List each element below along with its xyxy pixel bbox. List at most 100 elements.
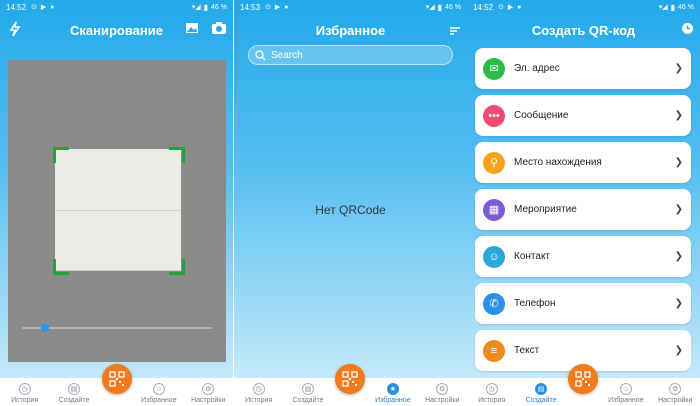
status-right: ▾◢ ▮ 46 %: [192, 3, 227, 12]
camera-switch-icon[interactable]: [211, 21, 227, 40]
clock-icon: ◷: [485, 383, 498, 395]
nav-settings[interactable]: ⚙ Настройки: [420, 383, 464, 404]
create-icon: ▤: [535, 383, 548, 395]
nav-history[interactable]: ◷ История: [470, 383, 514, 404]
sort-icon[interactable]: [449, 23, 461, 41]
signal-icon: ▾◢: [191, 4, 201, 11]
nav-label: Настройки: [425, 397, 460, 404]
qr-icon: [109, 371, 125, 387]
nav-label: История: [11, 397, 39, 404]
chevron-right-icon: ❯: [674, 251, 683, 262]
scan-screen: 14:52 ⊙ ▶ ● ▾◢ ▮ 46 % Сканирование − + ◷…: [0, 0, 233, 406]
nav-label: Избранное: [375, 397, 411, 404]
chevron-right-icon: ❯: [674, 157, 683, 168]
create-item-message[interactable]: ••• Сообщение ❯: [475, 95, 691, 136]
flash-icon[interactable]: [8, 21, 22, 42]
create-item-label: Эл. адрес: [514, 63, 560, 74]
scan-button[interactable]: [102, 364, 132, 394]
calendar-icon: ▦: [483, 198, 505, 221]
nav-history[interactable]: ◷ История: [3, 383, 47, 404]
zoom-in-icon[interactable]: +: [205, 323, 211, 333]
status-time: 14:52: [6, 2, 27, 12]
nav-label: Создайте: [525, 397, 557, 404]
star-icon: ☆: [152, 383, 165, 395]
page-title: Сканирование: [70, 22, 163, 38]
search-bar[interactable]: Search: [248, 45, 453, 65]
nav-favorites[interactable]: ☆ Избранное: [604, 383, 648, 404]
email-icon: ✉: [483, 57, 505, 80]
create-item-email[interactable]: ✉ Эл. адрес ❯: [475, 48, 691, 89]
status-icons: ⊙ ▶ ●: [265, 4, 290, 11]
frame-corner-top-right: [169, 147, 185, 163]
settings-icon: ⚙: [436, 383, 449, 395]
status-right: ▾◢ ▮ 46 %: [426, 3, 461, 12]
nav-settings[interactable]: ⚙ Настройки: [653, 383, 697, 404]
chevron-right-icon: ❯: [674, 110, 683, 121]
nav-create[interactable]: ▤ Создайте: [286, 383, 330, 404]
nav-create[interactable]: ▤ Создайте: [52, 383, 96, 404]
create-item-calendar[interactable]: ▦ Мероприятие ❯: [475, 189, 691, 230]
chevron-right-icon: ❯: [674, 204, 683, 215]
settings-icon: ⚙: [202, 383, 215, 395]
app-bar: Избранное: [234, 16, 467, 44]
camera-viewfinder[interactable]: − +: [8, 60, 226, 362]
status-icons: ⊙ ▶ ●: [31, 4, 56, 11]
nav-favorites[interactable]: ☆ Избранное: [137, 383, 181, 404]
status-right: ▾◢ ▮ 46 %: [659, 3, 694, 12]
battery-icon: ▮: [203, 2, 209, 12]
nav-favorites[interactable]: ★ Избранное: [371, 383, 415, 404]
zoom-slider-handle[interactable]: [41, 324, 49, 332]
zoom-out-icon[interactable]: −: [20, 323, 26, 333]
search-placeholder: Search: [271, 49, 303, 61]
create-icon: ▤: [302, 383, 315, 395]
signal-icon: ▾◢: [658, 4, 668, 11]
search-icon: [255, 49, 266, 61]
create-item-contact[interactable]: ☺ Контакт ❯: [475, 236, 691, 277]
status-time: 14:53: [240, 2, 261, 12]
chevron-right-icon: ❯: [674, 298, 683, 309]
history-clock-icon[interactable]: [681, 22, 694, 40]
page-title: Избранное: [315, 22, 386, 38]
signal-icon: ▾◢: [425, 4, 435, 11]
gallery-icon[interactable]: [185, 21, 199, 40]
chevron-right-icon: ❯: [674, 345, 683, 356]
frame-corner-bottom-right: [169, 259, 185, 275]
nav-label: Избранное: [141, 397, 177, 404]
clock-icon: ◷: [252, 383, 265, 395]
nav-label: Настройки: [658, 397, 693, 404]
qr-icon: [575, 371, 591, 387]
battery-icon: ▮: [437, 2, 443, 12]
qr-icon: [342, 371, 358, 387]
nav-label: История: [478, 397, 506, 404]
nav-label: Создайте: [292, 397, 324, 404]
scan-button[interactable]: [335, 364, 365, 394]
status-time: 14:52: [473, 2, 494, 12]
battery-level: 46 %: [445, 3, 461, 11]
status-icons: ⊙ ▶ ●: [498, 4, 523, 11]
chevron-right-icon: ❯: [674, 63, 683, 74]
battery-level: 46 %: [678, 3, 694, 11]
nav-label: Создайте: [58, 397, 90, 404]
star-icon: ☆: [619, 383, 632, 395]
create-icon: ▤: [68, 383, 81, 395]
create-item-phone[interactable]: ✆ Телефон ❯: [475, 283, 691, 324]
status-bar: 14:53 ⊙ ▶ ● ▾◢ ▮ 46 %: [234, 0, 467, 14]
scanned-paper: [55, 149, 181, 271]
nav-settings[interactable]: ⚙ Настройки: [186, 383, 230, 404]
nav-history[interactable]: ◷ История: [237, 383, 281, 404]
phone-icon: ✆: [483, 292, 505, 315]
nav-label: Настройки: [191, 397, 226, 404]
clock-icon: ◷: [18, 383, 31, 395]
zoom-slider[interactable]: [22, 327, 212, 329]
create-item-location[interactable]: ⚲ Место нахождения ❯: [475, 142, 691, 183]
page-title: Создать QR-код: [531, 22, 636, 38]
create-item-label: Текст: [514, 345, 540, 356]
nav-create[interactable]: ▤ Создайте: [519, 383, 563, 404]
nav-label: Избранное: [608, 397, 644, 404]
status-bar: 14:52 ⊙ ▶ ● ▾◢ ▮ 46 %: [0, 0, 233, 14]
create-item-label: Контакт: [514, 251, 551, 262]
create-type-list: ✉ Эл. адрес ❯ ••• Сообщение ❯ ⚲ Место нахождени…: [475, 48, 691, 377]
app-bar: Сканирование: [0, 16, 233, 44]
favorites-screen: 14:53 ⊙ ▶ ● ▾◢ ▮ 46 % Избранное Search Н…: [234, 0, 467, 406]
scan-button[interactable]: [568, 364, 598, 394]
